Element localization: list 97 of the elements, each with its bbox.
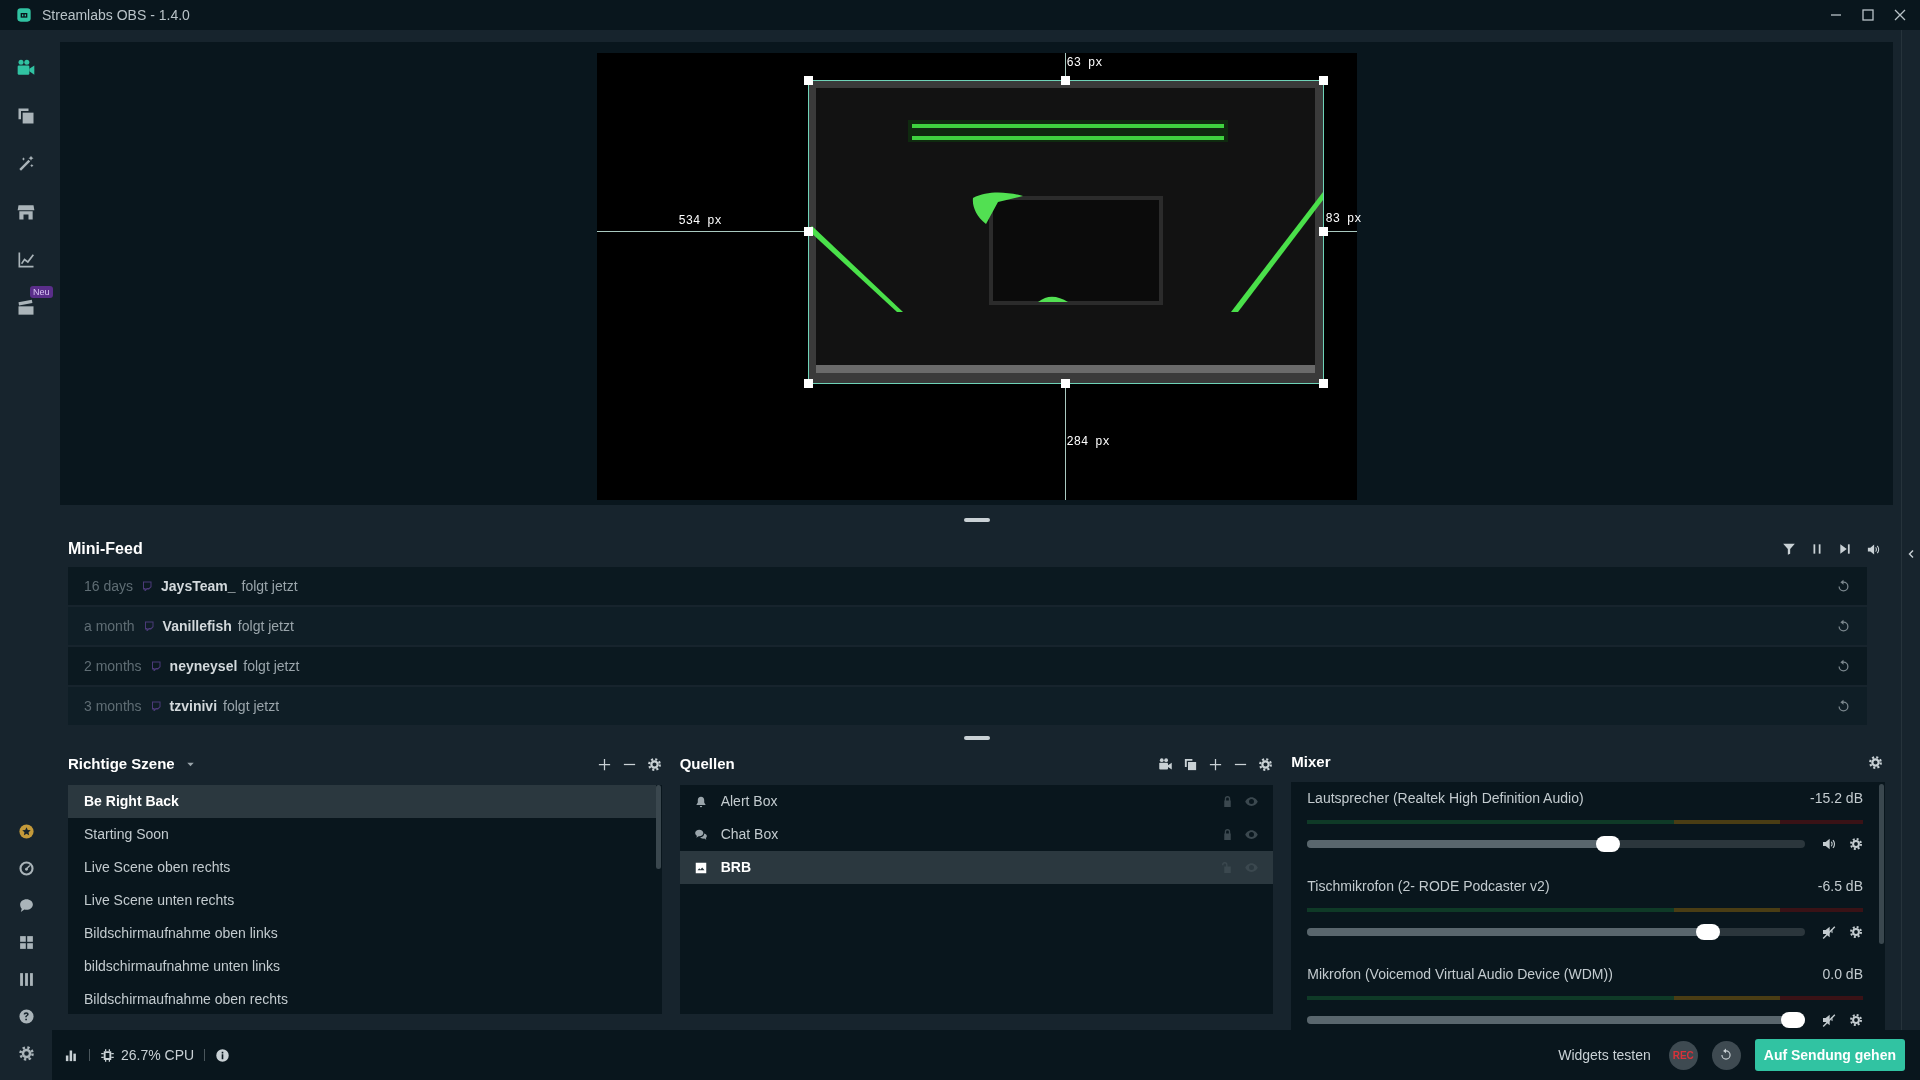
resize-handle[interactable] — [803, 379, 813, 388]
channel-name: Lautsprecher (Realtek High Definition Audio) — [1307, 789, 1584, 808]
volume-slider[interactable] — [1307, 835, 1805, 852]
settings-icon[interactable] — [1849, 836, 1863, 851]
event-time: 3 months — [84, 696, 142, 716]
settings-icon[interactable] — [1849, 1012, 1863, 1027]
resize-handle[interactable] — [1318, 227, 1328, 236]
muted-speaker-icon[interactable] — [1821, 923, 1837, 940]
replay-icon[interactable] — [1836, 658, 1851, 674]
volume-slider[interactable] — [1307, 1011, 1805, 1028]
source-name: Chat Box — [720, 825, 779, 844]
chart-icon[interactable] — [16, 250, 36, 270]
twitch-icon — [141, 580, 154, 592]
resize-grip[interactable] — [963, 518, 990, 522]
channel-name: Mikrofon (Voicemod Virtual Audio Device (WDM)) — [1307, 965, 1613, 984]
scene-item[interactable]: bildschirmaufnahme unten links — [68, 950, 656, 983]
resize-handle[interactable] — [1318, 76, 1328, 85]
event-action: folgt jetzt — [243, 656, 300, 676]
panel-title: Quellen — [679, 753, 735, 774]
event-action: folgt jetzt — [223, 696, 280, 716]
resize-handle[interactable] — [803, 76, 813, 85]
twitch-icon — [149, 660, 162, 672]
muted-speaker-icon[interactable] — [1821, 1011, 1837, 1028]
test-widgets-button[interactable]: Widgets testen — [1558, 1044, 1651, 1066]
resize-handle[interactable] — [1318, 379, 1328, 388]
measurement-label: 534 px — [678, 213, 722, 229]
camera-icon[interactable] — [16, 58, 36, 78]
columns-icon[interactable] — [17, 971, 35, 988]
panel-title: Mixer — [1291, 752, 1331, 772]
source-name: Alert Box — [720, 792, 778, 811]
clapperboard-icon[interactable] — [16, 298, 36, 318]
event-time: 2 months — [84, 656, 142, 676]
guide-line — [1327, 231, 1357, 232]
skip-icon[interactable] — [1838, 542, 1852, 556]
channel-reading: 0.0 dB — [1822, 965, 1863, 984]
replay-icon[interactable] — [1836, 698, 1851, 714]
replay-icon[interactable] — [1836, 578, 1851, 594]
event-user: tzvinivi — [169, 696, 218, 716]
settings-icon[interactable] — [646, 756, 662, 772]
channel-reading: -15.2 dB — [1810, 789, 1863, 808]
panel-title[interactable]: Richtige Szene — [68, 752, 175, 776]
settings-icon[interactable] — [1258, 756, 1274, 772]
resize-grip[interactable] — [963, 736, 990, 740]
window-title: Streamlabs OBS - 1.4.0 — [42, 5, 190, 25]
scene-item[interactable]: Starting Soon — [68, 818, 656, 851]
event-user: JaysTeam_ — [161, 576, 236, 596]
grid-icon[interactable] — [17, 934, 35, 951]
resize-handle[interactable] — [803, 227, 813, 236]
new-badge: Neu — [30, 286, 53, 298]
cpu-usage: 26.7% CPU — [121, 1045, 195, 1065]
event-time: 16 days — [84, 576, 134, 596]
resize-handle[interactable] — [1060, 76, 1070, 85]
event-user: neyneysel — [169, 656, 238, 676]
chat-bubbles-icon — [693, 827, 708, 842]
channel-reading: -6.5 dB — [1817, 877, 1863, 896]
scene-item[interactable]: Bildschirmaufnahme oben links — [68, 917, 656, 950]
measurement-label: 63 px — [1066, 55, 1103, 71]
chat-icon[interactable] — [17, 897, 35, 914]
panel-title: Mini-Feed — [68, 539, 143, 559]
scene-item[interactable]: Bildschirmaufnahme oben rechts — [68, 983, 656, 1014]
source-name: BRB — [720, 858, 751, 877]
replay-icon[interactable] — [1719, 1048, 1734, 1062]
image-icon — [693, 860, 708, 875]
add-icon[interactable] — [596, 756, 612, 772]
volume-slider[interactable] — [1307, 923, 1805, 940]
scene-item[interactable]: Live Scene oben rechts — [68, 851, 656, 884]
settings-icon[interactable] — [1849, 924, 1863, 939]
scene-item[interactable]: Be Right Back — [68, 785, 656, 818]
pages-icon[interactable] — [16, 106, 36, 126]
event-time: a month — [84, 616, 135, 636]
settings-icon[interactable] — [1868, 754, 1883, 770]
cpu-icon — [100, 1047, 115, 1063]
replay-icon[interactable] — [1836, 618, 1851, 634]
filter-icon[interactable] — [1782, 542, 1796, 556]
close-icon[interactable] — [1894, 9, 1906, 21]
measurement-label: 83 px — [1325, 211, 1362, 227]
scrollbar[interactable] — [1879, 783, 1884, 944]
add-icon[interactable] — [1208, 756, 1224, 772]
event-action: folgt jetzt — [241, 576, 298, 596]
app-logo-icon — [16, 7, 32, 23]
broadcast-icon[interactable] — [1158, 756, 1174, 772]
store-icon[interactable] — [16, 202, 36, 222]
info-icon[interactable] — [215, 1047, 231, 1063]
twitch-icon — [149, 700, 162, 712]
guide-line — [1064, 53, 1066, 76]
help-icon[interactable] — [17, 1008, 35, 1025]
scrollbar[interactable] — [655, 785, 661, 869]
event-user: Vanillefish — [162, 616, 232, 636]
resize-handle[interactable] — [1060, 379, 1070, 388]
scene-item[interactable]: Live Scene unten rechts — [68, 884, 656, 917]
maximize-icon[interactable] — [1862, 9, 1874, 21]
measurement-label: 284 px — [1066, 434, 1110, 450]
channel-name: Tischmikrofon (2- RODE Podcaster v2) — [1307, 877, 1550, 896]
settings-icon[interactable] — [17, 1045, 35, 1062]
event-action: folgt jetzt — [237, 616, 294, 636]
twitch-icon — [142, 620, 155, 632]
gauge-icon[interactable] — [17, 860, 35, 877]
